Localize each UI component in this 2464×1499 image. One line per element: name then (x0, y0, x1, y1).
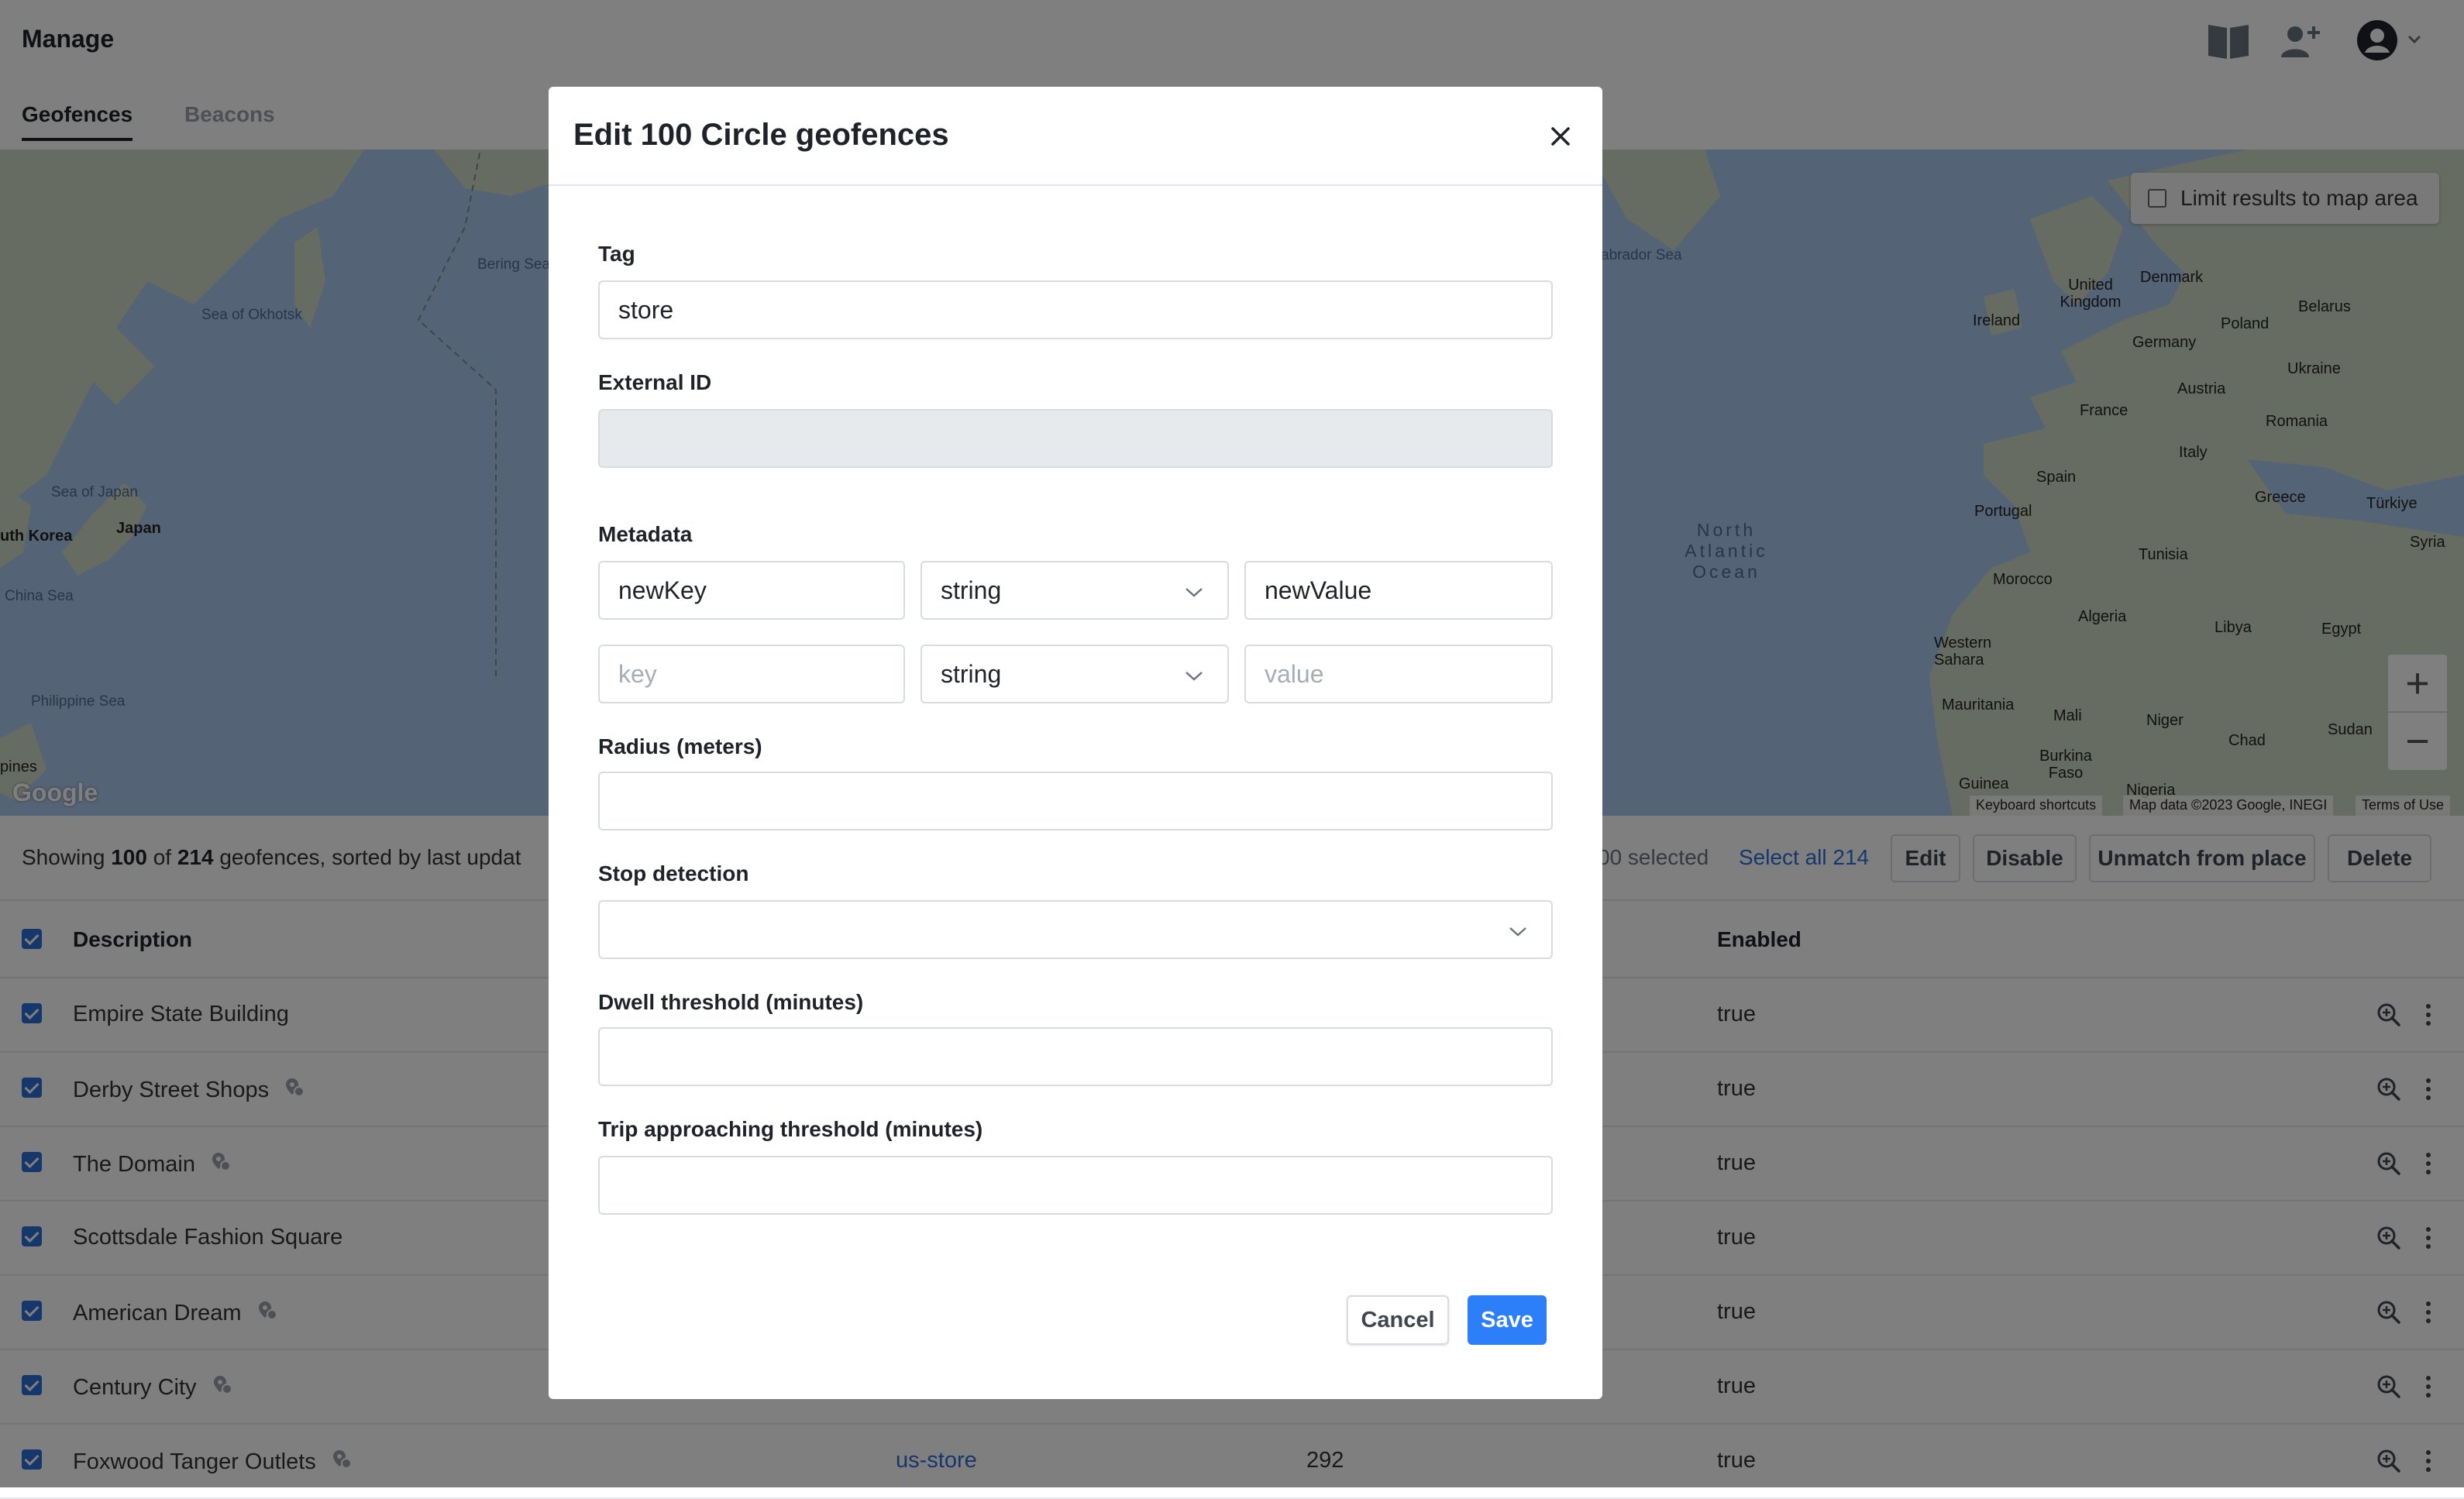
metadata-value-input[interactable]: newValue (1244, 561, 1553, 620)
dwell-threshold-label: Dwell threshold (minutes) (598, 990, 864, 1014)
metadata-new-key-input[interactable]: key (598, 645, 905, 703)
dialog-header: Edit 100 Circle geofences (549, 87, 1602, 186)
tag-input-value: store (618, 295, 674, 324)
stop-detection-label: Stop detection (598, 861, 749, 885)
metadata-type-select[interactable]: string (921, 561, 1229, 620)
save-button[interactable]: Save (1468, 1295, 1547, 1345)
stop-detection-select[interactable] (598, 900, 1553, 959)
metadata-type-value: string (941, 576, 1002, 604)
dialog-title: Edit 100 Circle geofences (573, 118, 949, 152)
metadata-value-placeholder: value (1265, 659, 1324, 688)
metadata-new-type-value: string (941, 659, 1002, 688)
metadata-value-value: newValue (1265, 576, 1372, 604)
metadata-key-input[interactable]: newKey (598, 561, 905, 620)
trip-threshold-label: Trip approaching threshold (minutes) (598, 1117, 983, 1141)
cancel-button[interactable]: Cancel (1347, 1295, 1449, 1345)
tag-input[interactable]: store (598, 280, 1553, 339)
chevron-down-icon (1184, 576, 1204, 605)
radius-label: Radius (meters) (598, 734, 762, 758)
tag-label: Tag (598, 242, 635, 266)
close-icon[interactable] (1545, 121, 1576, 152)
chevron-down-icon (1508, 916, 1528, 944)
metadata-new-value-input[interactable]: value (1244, 645, 1553, 703)
external-id-input (598, 409, 1553, 468)
external-id-label: External ID (598, 370, 712, 394)
metadata-new-type-select[interactable]: string (921, 645, 1229, 703)
dwell-threshold-input[interactable] (598, 1027, 1553, 1086)
metadata-label: Metadata (598, 522, 693, 546)
edit-geofences-dialog: Edit 100 Circle geofences Tag store Exte… (549, 87, 1602, 1399)
metadata-key-value: newKey (618, 576, 707, 604)
radius-input[interactable] (598, 772, 1553, 830)
metadata-key-placeholder: key (618, 659, 657, 688)
chevron-down-icon (1184, 660, 1204, 689)
trip-threshold-input[interactable] (598, 1156, 1553, 1215)
